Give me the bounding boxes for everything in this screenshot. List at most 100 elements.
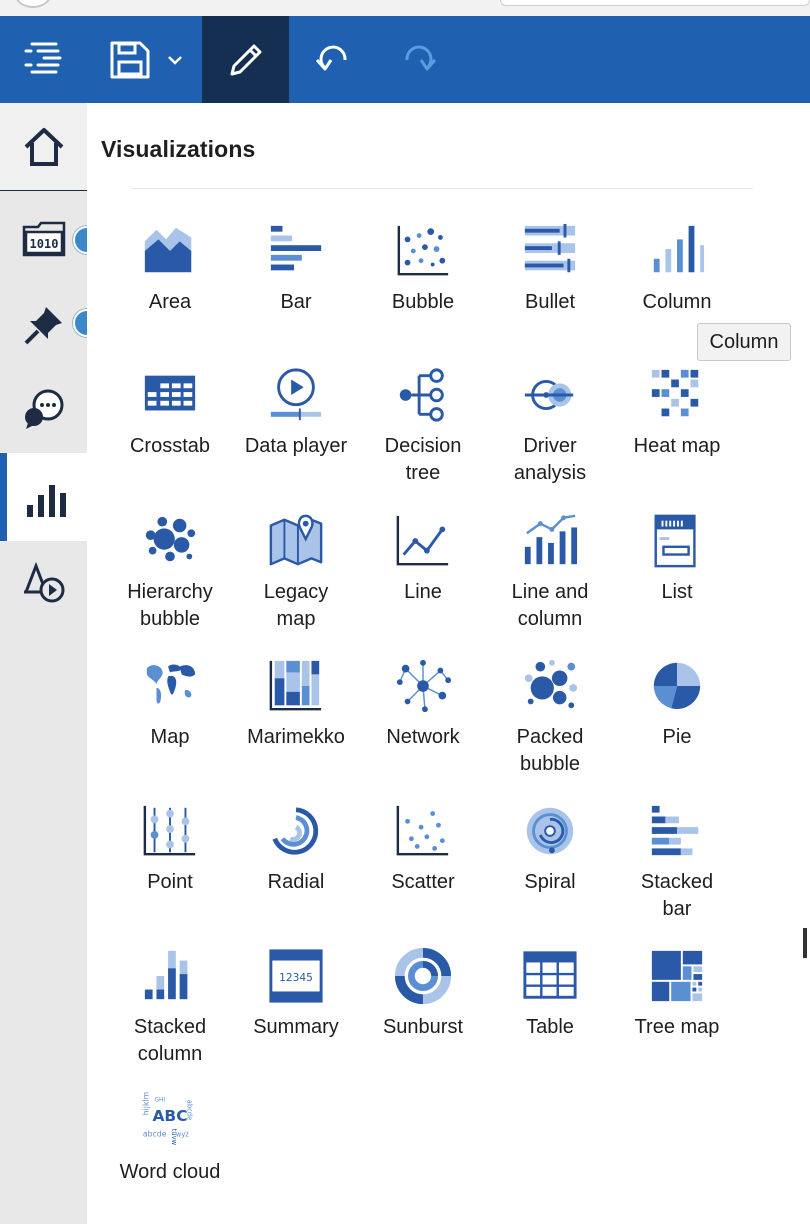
visualizations-panel: Visualizations Area Bar Bubble Bullet Column… — [87, 103, 810, 1224]
viz-item-area[interactable]: Area — [107, 221, 233, 316]
column-tooltip: Column — [697, 323, 791, 361]
viz-item-list[interactable]: List — [614, 511, 740, 606]
spiral-icon — [520, 801, 580, 861]
viz-item-label: Spiral — [524, 871, 576, 893]
marimekko-icon — [266, 656, 326, 716]
viz-item-line-and-column[interactable]: Line and column — [487, 511, 613, 633]
legacy-map-icon — [266, 511, 326, 571]
viz-item-driver-analysis[interactable]: Driver analysis — [487, 365, 613, 487]
viz-item-crosstab[interactable]: Crosstab — [107, 365, 233, 460]
viz-item-radial[interactable]: Radial — [233, 801, 359, 896]
logo-circle — [14, 0, 52, 8]
viz-item-label: Bullet — [524, 291, 576, 313]
svg-text:abcde: abcde — [143, 1129, 167, 1138]
viz-item-column[interactable]: Column — [614, 221, 740, 316]
viz-item-point[interactable]: Point — [107, 801, 233, 896]
area-icon — [140, 221, 200, 281]
viz-item-network[interactable]: Network — [360, 656, 486, 751]
radial-icon — [266, 801, 326, 861]
viz-item-sunburst[interactable]: Sunburst — [360, 946, 486, 1041]
viz-item-marimekko[interactable]: Marimekko — [233, 656, 359, 751]
viz-item-line[interactable]: Line — [360, 511, 486, 606]
left-rail: 1010 — [0, 103, 101, 1224]
viz-item-label: List — [661, 581, 693, 603]
viz-item-label: Sunburst — [382, 1016, 464, 1038]
undo-button[interactable] — [290, 16, 376, 103]
menu-button[interactable] — [0, 16, 88, 103]
viz-item-label: Tree map — [634, 1016, 720, 1038]
resize-handle[interactable] — [803, 928, 807, 958]
viz-item-label: Driver analysis — [513, 435, 587, 484]
svg-text:hijklm: hijklm — [142, 1092, 151, 1115]
viz-item-label: Map — [150, 726, 190, 748]
viz-item-label: Crosstab — [129, 435, 211, 457]
viz-item-spiral[interactable]: Spiral — [487, 801, 613, 896]
viz-item-table[interactable]: Table — [487, 946, 613, 1041]
viz-item-label: Packed bubble — [516, 726, 584, 775]
bar-icon — [266, 221, 326, 281]
viz-item-stacked-bar[interactable]: Stacked bar — [614, 801, 740, 923]
viz-item-tree-map[interactable]: Tree map — [614, 946, 740, 1041]
viz-item-heat-map[interactable]: Heat map — [614, 365, 740, 460]
heat-map-icon — [647, 365, 707, 425]
rail-item-pins[interactable] — [0, 281, 101, 369]
summary-icon: 12345 — [266, 946, 326, 1006]
line-icon — [393, 511, 453, 571]
viz-item-word-cloud[interactable]: hijklm GHI abcde wyz abcde tuvw ABC Word cloud — [107, 1091, 233, 1186]
save-icon — [110, 41, 150, 78]
viz-item-data-player[interactable]: Data player — [233, 365, 359, 460]
svg-text:GHI: GHI — [155, 1098, 166, 1104]
viz-item-label: Point — [147, 871, 193, 893]
top-field — [500, 0, 810, 6]
chevron-down-icon[interactable] — [165, 50, 185, 70]
browser-top-strip — [0, 0, 810, 16]
viz-item-bullet[interactable]: Bullet — [487, 221, 613, 316]
point-icon — [140, 801, 200, 861]
icon-text: 12345 — [279, 971, 313, 984]
viz-item-label: Word cloud — [119, 1161, 221, 1183]
table-icon — [520, 946, 580, 1006]
visualizations-icon — [27, 485, 66, 517]
rail-item-animations[interactable] — [0, 538, 87, 626]
viz-item-label: Decision tree — [384, 435, 462, 484]
rail-item-comments[interactable] — [0, 365, 87, 453]
viz-item-label: Data player — [244, 435, 348, 457]
viz-item-label: Bubble — [391, 291, 455, 313]
viz-item-label: Stacked column — [133, 1016, 207, 1065]
viz-item-label: Stacked bar — [640, 871, 714, 920]
sunburst-icon — [393, 946, 453, 1006]
rail-item-home[interactable] — [0, 103, 87, 191]
animation-icon — [23, 561, 64, 603]
viz-item-pie[interactable]: Pie — [614, 656, 740, 751]
bubble-icon — [393, 221, 453, 281]
viz-item-decision-tree[interactable]: Decision tree — [360, 365, 486, 487]
undo-icon — [315, 45, 347, 70]
viz-item-bubble[interactable]: Bubble — [360, 221, 486, 316]
viz-item-packed-bubble[interactable]: Packed bubble — [487, 656, 613, 778]
data-player-icon — [266, 365, 326, 425]
viz-item-legacy-map[interactable]: Legacy map — [233, 511, 359, 633]
viz-item-label: Summary — [253, 1016, 339, 1038]
viz-item-scatter[interactable]: Scatter — [360, 801, 486, 896]
save-button[interactable] — [100, 16, 194, 103]
list-icon — [647, 511, 707, 571]
driver-analysis-icon — [520, 365, 580, 425]
network-icon — [393, 656, 453, 716]
viz-item-label: Column — [642, 291, 712, 313]
viz-item-hierarchy-bubble[interactable]: Hierarchy bubble — [107, 511, 233, 633]
viz-item-map[interactable]: Map — [107, 656, 233, 751]
rail-item-data-sources[interactable]: 1010 — [0, 195, 101, 283]
rail-item-visualizations[interactable] — [0, 453, 87, 541]
edit-button[interactable] — [202, 16, 289, 103]
viz-item-label: Scatter — [391, 871, 455, 893]
column-icon — [647, 221, 707, 281]
home-icon — [24, 127, 63, 166]
dashboard-editor: 1010 Visualizations Area Bar Bubble Bull… — [0, 0, 810, 1224]
viz-item-summary[interactable]: 12345 Summary — [233, 946, 359, 1041]
crosstab-icon — [140, 365, 200, 425]
viz-item-label: Area — [148, 291, 192, 313]
viz-item-bar[interactable]: Bar — [233, 221, 359, 316]
viz-item-stacked-column[interactable]: Stacked column — [107, 946, 233, 1068]
redo-button[interactable] — [376, 16, 462, 103]
icon-text: ABC — [152, 1107, 187, 1125]
